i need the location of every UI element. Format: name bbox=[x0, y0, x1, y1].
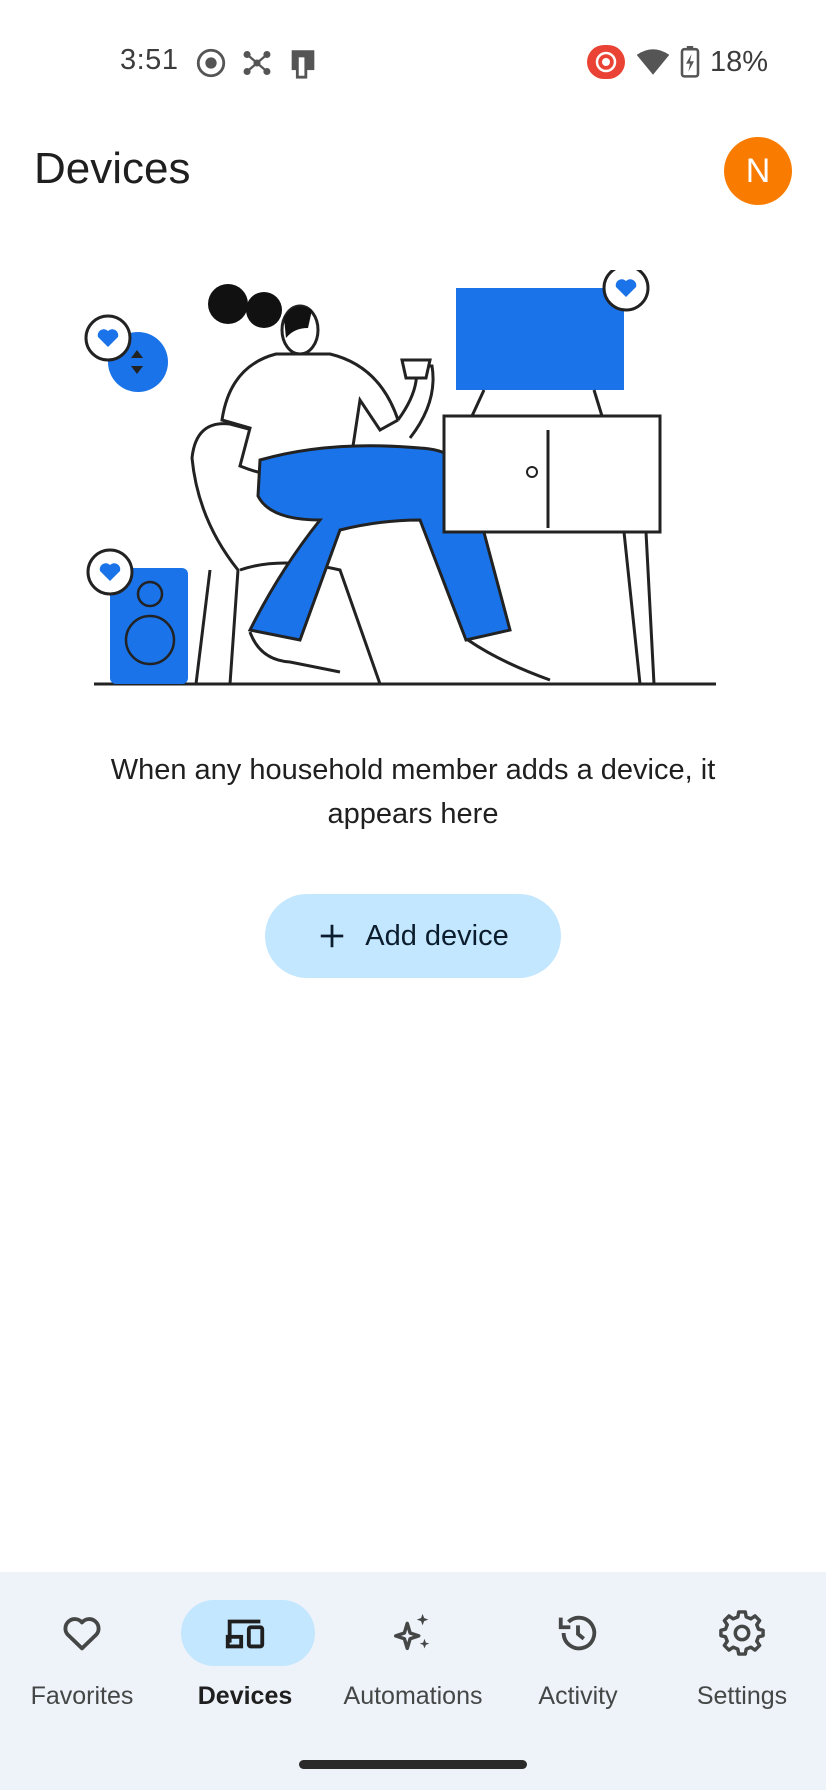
nav-label-activity: Activity bbox=[538, 1682, 618, 1710]
home-indicator[interactable] bbox=[299, 1760, 527, 1769]
nav-label-favorites: Favorites bbox=[30, 1682, 134, 1710]
history-icon bbox=[558, 1615, 597, 1651]
account-avatar[interactable]: N bbox=[724, 137, 792, 205]
nav-item-automations[interactable]: Automations bbox=[333, 1600, 493, 1720]
devices-icon bbox=[225, 1619, 265, 1649]
gear-icon bbox=[719, 1610, 765, 1656]
nav-item-favorites[interactable]: Favorites bbox=[2, 1600, 162, 1720]
wifi-icon bbox=[636, 49, 670, 75]
screen-record-icon bbox=[196, 48, 226, 78]
nav-label-settings: Settings bbox=[696, 1682, 788, 1710]
nav-label-devices: Devices bbox=[197, 1682, 293, 1710]
battery-charging-icon bbox=[680, 46, 700, 78]
battery-percent: 18% bbox=[709, 45, 768, 78]
page-title: Devices bbox=[34, 144, 191, 193]
nav-item-devices[interactable]: Devices bbox=[165, 1600, 325, 1720]
nav-label-automations: Automations bbox=[343, 1682, 483, 1710]
status-right-group: 18% bbox=[586, 44, 768, 80]
empty-state-message: When any household member adds a device,… bbox=[110, 754, 716, 830]
empty-state-illustration bbox=[84, 270, 716, 686]
plus-icon bbox=[321, 924, 344, 948]
cast-recording-icon bbox=[586, 45, 625, 79]
device-icon bbox=[291, 50, 315, 79]
add-device-label: Add device bbox=[365, 919, 509, 952]
bottom-navigation: Favorites Devices Automations Activity S… bbox=[0, 1572, 826, 1790]
sparkle-icon bbox=[394, 1613, 430, 1651]
heart-icon bbox=[63, 1617, 101, 1651]
tv-shape bbox=[456, 288, 624, 390]
nav-item-settings[interactable]: Settings bbox=[662, 1600, 822, 1720]
status-time: 3:51 bbox=[120, 44, 179, 76]
add-device-button[interactable]: Add device bbox=[265, 894, 561, 978]
nav-item-activity[interactable]: Activity bbox=[498, 1600, 658, 1720]
status-bar: 3:51 18% bbox=[0, 0, 826, 126]
nodes-icon bbox=[243, 50, 271, 76]
